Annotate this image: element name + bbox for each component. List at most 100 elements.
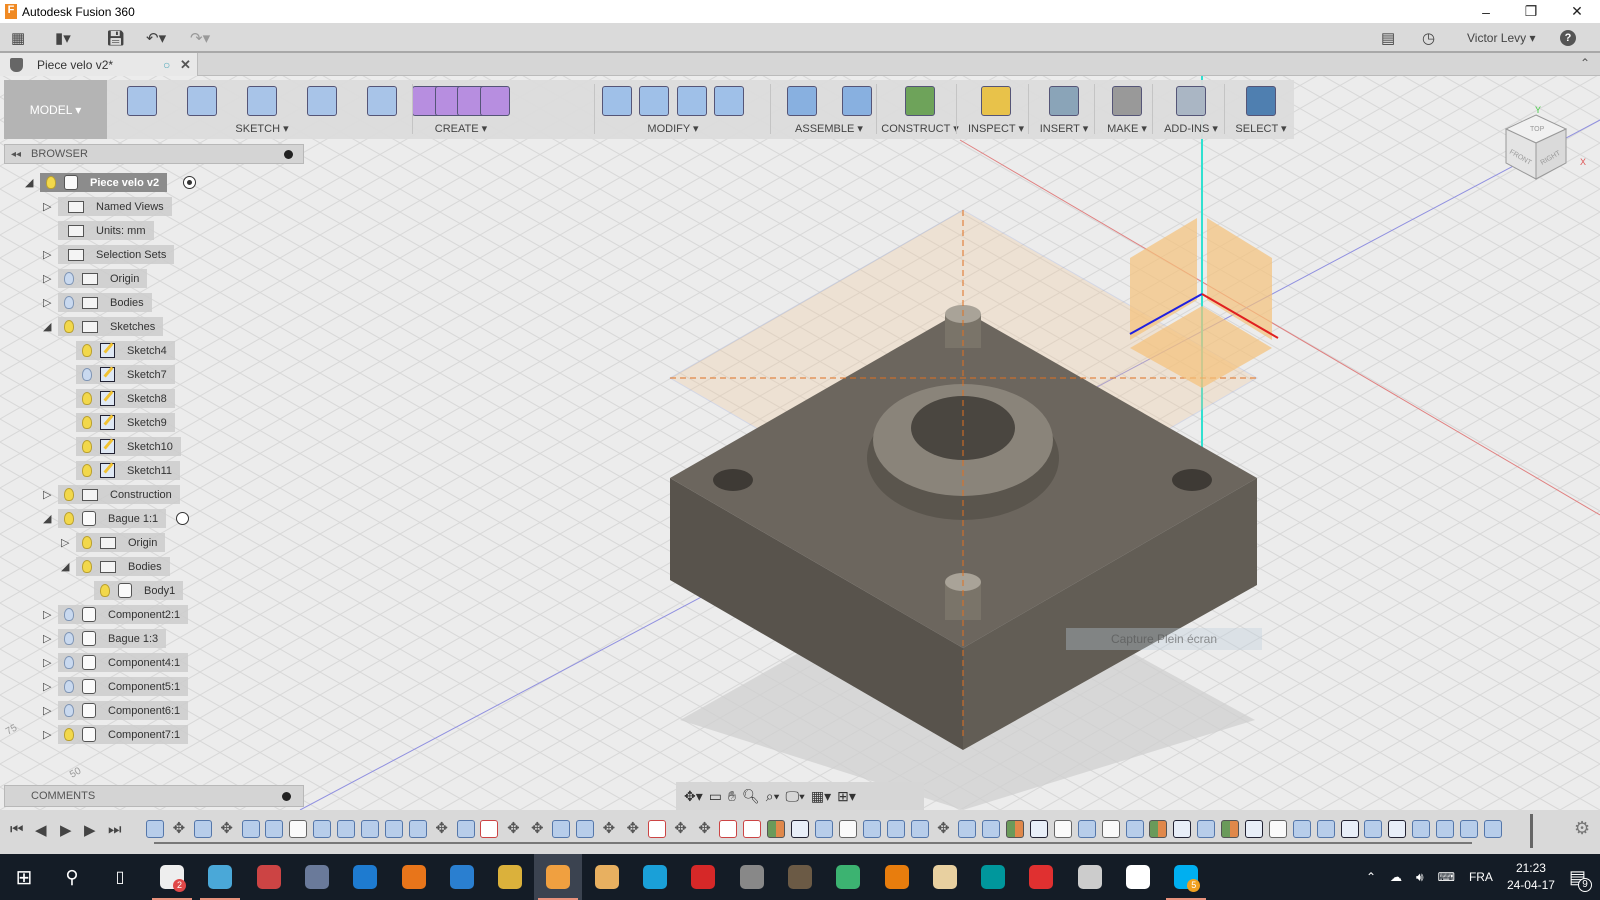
ribbon-tool-icon[interactable] bbox=[905, 86, 935, 116]
ribbon-tool-icon[interactable] bbox=[479, 86, 510, 116]
timeline-feature-move-icon[interactable]: ✥ bbox=[528, 820, 546, 838]
browser-node[interactable]: Piece velo v2 bbox=[40, 173, 168, 192]
redo-icon[interactable]: ↷▾ bbox=[190, 28, 210, 48]
timeline-feature-extrude-icon[interactable] bbox=[1412, 820, 1431, 838]
timeline-feature-plane-icon[interactable] bbox=[767, 820, 786, 838]
taskbar-app-librecad[interactable] bbox=[921, 854, 969, 900]
input-language[interactable]: FRA bbox=[1469, 870, 1493, 884]
timeline-feature-body-icon[interactable] bbox=[576, 820, 595, 838]
browser-node[interactable]: Component7:1 bbox=[58, 725, 189, 744]
timeline-feature-move-icon[interactable]: ✥ bbox=[672, 820, 690, 838]
timeline-feature-align-icon[interactable] bbox=[265, 820, 284, 838]
taskbar-app-webcam[interactable] bbox=[293, 854, 341, 900]
timeline-feature-split-icon[interactable] bbox=[408, 820, 427, 838]
timeline-feature-extrude-icon[interactable] bbox=[1292, 820, 1311, 838]
browser-node[interactable]: Bodies bbox=[76, 557, 170, 576]
timeline-feature-combine-icon[interactable] bbox=[241, 820, 260, 838]
timeline-feature-fillet-icon[interactable] bbox=[1459, 820, 1478, 838]
visibility-bulb-icon[interactable] bbox=[82, 344, 92, 357]
ribbon-tool-icon[interactable] bbox=[367, 86, 397, 116]
browser-node[interactable]: Origin bbox=[58, 269, 148, 288]
timeline-feature-sketch-icon[interactable] bbox=[1388, 820, 1407, 838]
ribbon-group-label[interactable]: INSPECT ▾ bbox=[960, 122, 1032, 135]
ribbon-group-label[interactable]: CREATE ▾ bbox=[416, 122, 506, 135]
visibility-bulb-icon[interactable] bbox=[64, 488, 74, 501]
timeline-feature-table-icon[interactable] bbox=[743, 820, 762, 838]
browser-node[interactable]: Sketch8 bbox=[76, 389, 175, 408]
ribbon-group-label[interactable]: ASSEMBLE ▾ bbox=[774, 122, 884, 135]
expand-triangle-icon[interactable]: ▷ bbox=[43, 609, 55, 621]
document-tab[interactable]: Piece velo v2* ○ ✕ bbox=[0, 53, 198, 76]
visibility-bulb-icon[interactable] bbox=[82, 560, 92, 573]
viewports-icon[interactable]: ⊞▾ bbox=[837, 788, 856, 805]
ribbon-tool-icon[interactable] bbox=[1049, 86, 1079, 116]
visibility-bulb-icon[interactable] bbox=[64, 296, 74, 309]
expand-triangle-icon[interactable]: ▷ bbox=[43, 681, 55, 693]
timeline-next-icon[interactable]: ▶ bbox=[84, 821, 96, 839]
data-panel-grid-icon[interactable]: ▦ bbox=[11, 28, 25, 48]
taskbar-app-sketchup[interactable] bbox=[679, 854, 727, 900]
ribbon-tool-icon[interactable] bbox=[1112, 86, 1142, 116]
taskbar-app-firefox[interactable] bbox=[390, 854, 438, 900]
timeline-feature-body-icon[interactable] bbox=[146, 820, 164, 838]
timeline-feature-shell-icon[interactable] bbox=[337, 820, 356, 838]
minimize-panel-icon[interactable] bbox=[284, 149, 293, 159]
timeline-feature-body-icon[interactable] bbox=[313, 820, 332, 838]
expand-triangle-icon[interactable]: ▷ bbox=[43, 657, 55, 669]
collapse-triangle-icon[interactable]: ◢ bbox=[61, 561, 73, 573]
visibility-bulb-icon[interactable] bbox=[64, 272, 74, 285]
expand-triangle-icon[interactable]: ▷ bbox=[43, 201, 55, 213]
comments-panel-header[interactable]: COMMENTS bbox=[4, 785, 304, 807]
visibility-bulb-icon[interactable] bbox=[64, 656, 74, 669]
visibility-bulb-icon[interactable] bbox=[82, 416, 92, 429]
timeline-feature-move-icon[interactable]: ✥ bbox=[170, 820, 188, 838]
taskbar-app-cura[interactable] bbox=[631, 854, 679, 900]
close-tab-icon[interactable]: ✕ bbox=[180, 57, 191, 73]
pan-hand-icon[interactable]: ✋︎ bbox=[728, 788, 736, 805]
timeline-feature-body-icon[interactable] bbox=[361, 820, 380, 838]
timeline-feature-hole-icon[interactable] bbox=[814, 820, 833, 838]
browser-node[interactable]: Origin bbox=[76, 533, 166, 552]
collapse-triangle-icon[interactable]: ◢ bbox=[25, 177, 37, 189]
ribbon-group-label[interactable]: SKETCH ▾ bbox=[112, 122, 412, 135]
timeline-feature-sketch-icon[interactable] bbox=[1340, 820, 1359, 838]
timeline-feature-move-icon[interactable]: ✥ bbox=[504, 820, 522, 838]
timeline-feature-extrude-icon[interactable] bbox=[1197, 820, 1216, 838]
taskbar-app-snipping-tool[interactable] bbox=[245, 854, 293, 900]
visibility-bulb-icon[interactable] bbox=[46, 176, 56, 189]
ribbon-group-label[interactable]: ADD-INS ▾ bbox=[1156, 122, 1226, 135]
timeline-feature-move-icon[interactable]: ✥ bbox=[695, 820, 713, 838]
timeline-feature-extrude-icon[interactable] bbox=[1364, 820, 1383, 838]
workspace-switcher[interactable]: MODEL ▾ bbox=[4, 80, 107, 139]
browser-node[interactable]: Sketch4 bbox=[76, 341, 175, 360]
taskbar-app-blender[interactable] bbox=[873, 854, 921, 900]
visibility-bulb-icon[interactable] bbox=[64, 608, 74, 621]
expand-triangle-icon[interactable]: ▷ bbox=[43, 729, 55, 741]
ribbon-group-label[interactable]: MAKE ▾ bbox=[1098, 122, 1156, 135]
add-comment-icon[interactable] bbox=[282, 791, 291, 801]
taskbar-app-atom[interactable] bbox=[824, 854, 872, 900]
timeline-feature-solid-icon[interactable] bbox=[289, 820, 308, 838]
timeline-feature-box-icon[interactable] bbox=[384, 820, 403, 838]
browser-node[interactable]: Sketch7 bbox=[76, 365, 175, 384]
expand-triangle-icon[interactable]: ▷ bbox=[43, 489, 55, 501]
timeline-feature-body-icon[interactable] bbox=[193, 820, 212, 838]
visibility-bulb-icon[interactable] bbox=[82, 392, 92, 405]
timeline-feature-move-icon[interactable]: ✥ bbox=[433, 820, 451, 838]
volume-icon[interactable]: 🔊︎ bbox=[1416, 870, 1424, 885]
timeline-feature-hole-icon[interactable] bbox=[886, 820, 905, 838]
timeline-feature-fillet-icon[interactable] bbox=[1483, 820, 1502, 838]
timeline-first-icon[interactable]: ⏮︎ bbox=[10, 821, 24, 838]
ribbon-tool-icon[interactable] bbox=[1246, 86, 1276, 116]
timeline-feature-solid-icon[interactable] bbox=[1053, 820, 1072, 838]
activate-component-radio[interactable] bbox=[183, 176, 196, 189]
onedrive-icon[interactable]: ☁ bbox=[1390, 870, 1402, 884]
timeline-feature-table-icon[interactable] bbox=[480, 820, 499, 838]
ribbon-tool-icon[interactable] bbox=[841, 86, 872, 116]
visibility-bulb-icon[interactable] bbox=[82, 536, 92, 549]
file-menu-icon[interactable]: ▮▾ bbox=[55, 28, 71, 48]
timeline-settings-gear-icon[interactable]: ⚙ bbox=[1574, 818, 1590, 839]
timeline-feature-combine-icon[interactable] bbox=[1125, 820, 1144, 838]
taskbar-app-fusion360[interactable] bbox=[534, 854, 583, 900]
timeline-last-icon[interactable]: ⏭︎ bbox=[108, 821, 122, 838]
